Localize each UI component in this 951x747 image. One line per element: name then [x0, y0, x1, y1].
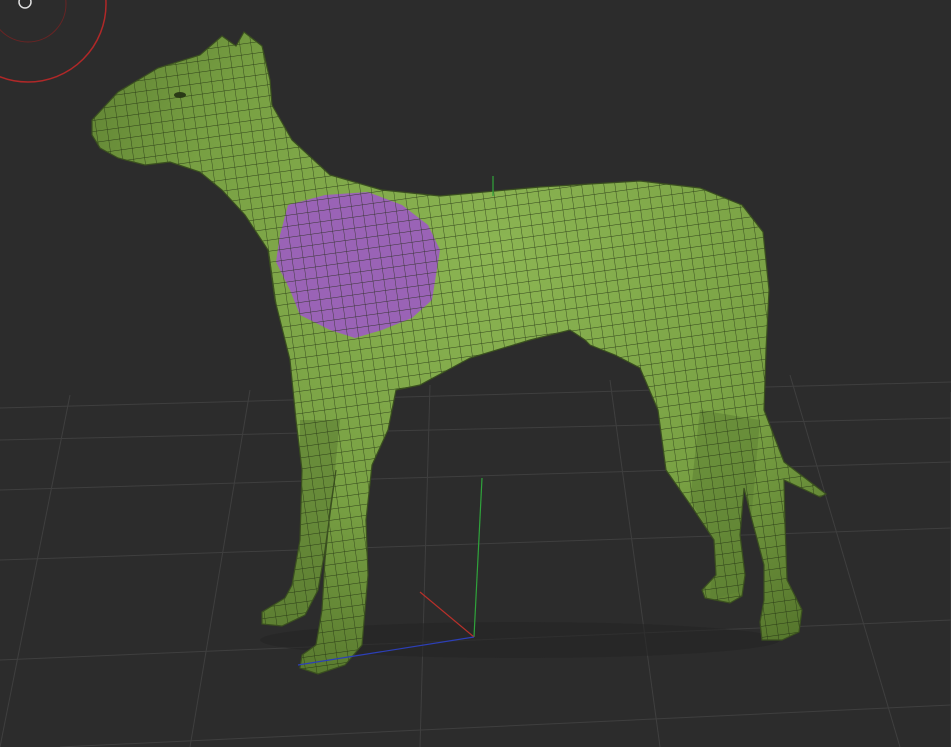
- 3d-viewport[interactable]: [0, 0, 951, 747]
- dog-eye: [174, 92, 186, 98]
- viewport-canvas[interactable]: [0, 0, 951, 747]
